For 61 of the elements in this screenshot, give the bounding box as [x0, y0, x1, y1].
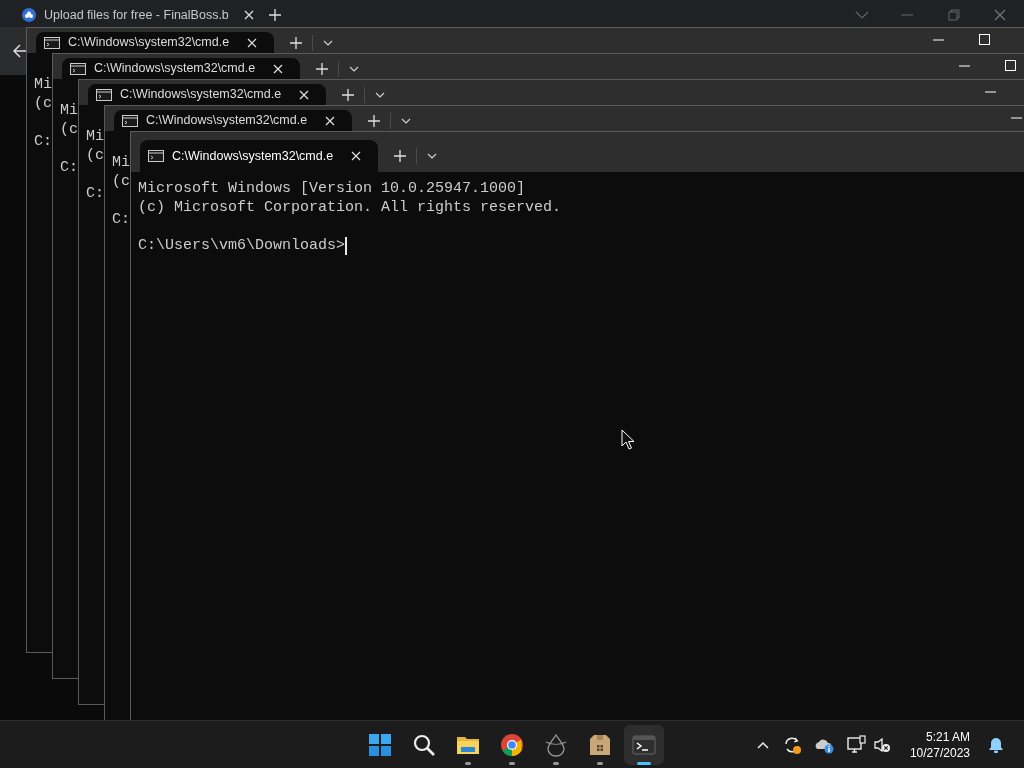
console-line: Mi	[34, 75, 52, 94]
terminal-tab[interactable]: C:\Windows\system32\cmd.e	[62, 58, 300, 79]
terminal-tab[interactable]: C:\Windows\system32\cmd.e	[36, 32, 274, 53]
bell-icon[interactable]	[988, 737, 1004, 753]
terminal-icon	[44, 36, 60, 49]
chrome-icon	[500, 733, 524, 757]
monitor-icon[interactable]	[845, 735, 866, 755]
command-prompt: C:	[86, 184, 104, 203]
terminal-tab[interactable]: C:\Windows\system32\cmd.e	[140, 140, 378, 172]
command-prompt: C:\Users\vm6\Downloads>	[138, 236, 346, 255]
terminal-icon	[148, 150, 164, 162]
mouse-pointer-icon	[621, 429, 635, 450]
terminal-icon	[96, 88, 112, 101]
tab-title: C:\Windows\system32\cmd.e	[146, 112, 309, 130]
command-prompt: C:	[112, 210, 130, 229]
console-line: (c	[34, 94, 52, 113]
running-indicator	[465, 762, 471, 765]
drop-outline-icon	[544, 733, 568, 757]
console-line: (c	[112, 172, 130, 191]
plus-icon[interactable]	[290, 36, 302, 49]
tab-title: C:\Windows\system32\cmd.e	[68, 34, 231, 52]
console-line: Microsoft Windows [Version 10.0.25947.1000]	[138, 179, 526, 198]
tab-title: C:\Windows\system32\cmd.e	[172, 147, 335, 165]
windows-logo-icon	[368, 733, 392, 757]
terminal-icon	[70, 62, 86, 75]
clock-time[interactable]: 5:21 AM	[925, 729, 970, 745]
close-icon[interactable]	[242, 9, 255, 21]
plus-icon[interactable]	[268, 9, 281, 21]
command-prompt: C:	[34, 132, 52, 151]
tab-title: C:\Windows\system32\cmd.e	[120, 86, 283, 104]
plus-icon[interactable]	[342, 88, 354, 101]
search-icon	[412, 733, 436, 757]
chevron-down-icon[interactable]	[427, 151, 437, 161]
speaker-muted-icon[interactable]	[871, 735, 892, 755]
plus-icon[interactable]	[316, 62, 328, 75]
maximize-icon[interactable]	[1005, 60, 1016, 71]
running-indicator	[509, 762, 515, 765]
terminal-icon	[122, 114, 138, 127]
console-line: Mi	[112, 153, 130, 172]
plus-icon[interactable]	[368, 114, 380, 127]
cloud-logo-icon	[22, 8, 36, 22]
console-line: (c) Microsoft Corporation. All rights reserved.	[138, 198, 562, 217]
tab-title: Upload files for free - FinalBoss.b	[44, 6, 229, 24]
back-arrow-icon[interactable]	[13, 44, 27, 58]
taskbar-button[interactable]	[624, 725, 664, 765]
running-indicator	[637, 762, 651, 765]
console-line: (c	[60, 120, 78, 139]
tab-title: C:\Windows\system32\cmd.e	[94, 60, 257, 78]
running-indicator	[553, 762, 559, 765]
terminal-icon	[632, 733, 656, 757]
clock-date[interactable]: 10/27/2023	[909, 745, 970, 761]
console-line: Mi	[60, 101, 78, 120]
plus-icon[interactable]	[394, 150, 406, 162]
package-icon	[588, 733, 612, 757]
terminal-tab[interactable]: C:\Windows\system32\cmd.e	[114, 110, 352, 131]
command-prompt: C:	[60, 158, 78, 177]
maximize-icon[interactable]	[979, 34, 990, 45]
terminal-tab[interactable]: C:\Windows\system32\cmd.e	[88, 84, 326, 105]
console-line: Mi	[86, 127, 104, 146]
running-indicator	[597, 762, 603, 765]
console-line: (c	[86, 146, 104, 165]
